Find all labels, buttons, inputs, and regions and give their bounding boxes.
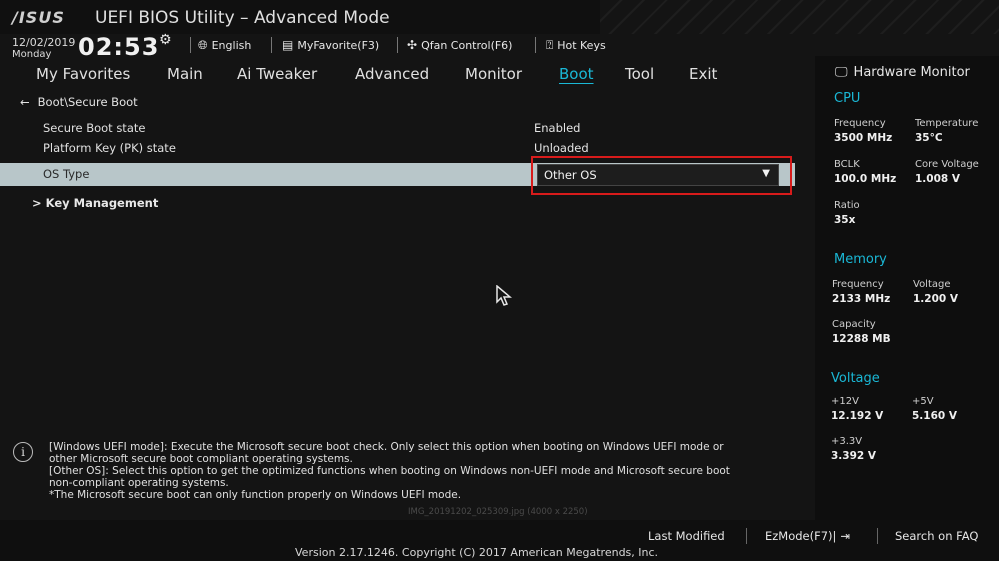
breadcrumb-path: Boot\Secure Boot (37, 95, 138, 109)
tab-ai-tweaker[interactable]: Ai Tweaker (237, 65, 317, 83)
help-text: [Windows UEFI mode]: Execute the Microso… (49, 441, 809, 501)
chevron-right-icon: > (32, 196, 42, 210)
memory-voltage-value: 1.200 V (913, 293, 958, 305)
cpu-temperature-value: 35°C (915, 132, 943, 144)
os-type-label: OS Type (43, 167, 90, 181)
exit-arrow-icon: ⇥ (840, 529, 851, 543)
divider (397, 37, 398, 53)
clock: 02:53 (78, 33, 160, 61)
image-watermark: IMG_20191202_025309.jpg (4000 x 2250) (408, 507, 588, 517)
divider (746, 528, 747, 544)
tab-exit[interactable]: Exit (689, 65, 717, 83)
memory-frequency-label: Frequency (832, 279, 884, 290)
globe-icon: 🌐︎ (198, 38, 208, 52)
hotkeys-label: Hot Keys (557, 39, 606, 52)
pk-state-label: Platform Key (PK) state (43, 141, 176, 155)
myfavorite-button[interactable]: ▤ MyFavorite(F3) (282, 38, 379, 52)
hardware-monitor-title: 🖵︎ Hardware Monitor (835, 65, 970, 80)
tab-boot[interactable]: Boot (559, 65, 594, 83)
help-line: [Other OS]: Select this option to get th… (49, 465, 730, 477)
v5-value: 5.160 V (912, 410, 957, 422)
voltage-heading: Voltage (831, 371, 880, 386)
help-line: non-compliant operating systems. (49, 477, 229, 489)
day-label: Monday (12, 49, 52, 60)
language-label: English (211, 39, 252, 52)
ezmode-label: EzMode(F7)| (765, 529, 837, 543)
annotation-highlight-box (531, 156, 792, 195)
tab-main[interactable]: Main (167, 65, 203, 83)
memory-voltage-label: Voltage (913, 279, 951, 290)
bclk-value: 100.0 MHz (834, 173, 897, 185)
cpu-frequency-label: Frequency (834, 118, 886, 129)
core-voltage-label: Core Voltage (915, 159, 979, 170)
question-icon: ⍰ (546, 38, 554, 52)
cpu-frequency-value: 3500 MHz (834, 132, 893, 144)
v12-value: 12.192 V (831, 410, 884, 422)
hotkeys-button[interactable]: ⍰ Hot Keys (546, 38, 606, 53)
asus-logo: /ISUS (12, 8, 65, 27)
ezmode-button[interactable]: EzMode(F7)| ⇥ (765, 529, 850, 543)
help-line: other Microsoft secure boot compliant op… (49, 453, 353, 465)
memory-heading: Memory (834, 252, 887, 267)
info-icon: i (13, 442, 33, 462)
cpu-heading: CPU (834, 91, 861, 106)
help-line: *The Microsoft secure boot can only func… (49, 489, 462, 501)
divider (877, 528, 878, 544)
qfan-button[interactable]: ✣ Qfan Control(F6) (407, 38, 512, 52)
tab-my-favorites[interactable]: My Favorites (36, 65, 130, 83)
mouse-pointer-icon (496, 284, 513, 312)
key-management-item[interactable]: > Key Management (32, 196, 158, 210)
tab-advanced[interactable]: Advanced (355, 65, 429, 83)
fan-icon: ✣ (407, 38, 418, 52)
hardware-monitor-label: Hardware Monitor (853, 65, 970, 80)
myfavorite-label: MyFavorite(F3) (297, 38, 380, 52)
bclk-label: BCLK (834, 159, 860, 170)
breadcrumb[interactable]: ← Boot\Secure Boot (20, 95, 138, 109)
ratio-value: 35x (834, 214, 856, 226)
secure-boot-state-value: Enabled (534, 121, 581, 135)
tab-tool[interactable]: Tool (625, 65, 654, 83)
pk-state-value: Unloaded (534, 141, 589, 155)
date-label: 12/02/2019 (12, 36, 76, 49)
qfan-label: Qfan Control(F6) (421, 38, 513, 52)
capacity-value: 12288 MB (832, 333, 891, 345)
monitor-icon: 🖵︎ (835, 65, 848, 80)
cpu-temperature-label: Temperature (915, 118, 979, 129)
divider (535, 37, 536, 53)
back-arrow-icon[interactable]: ← (20, 95, 30, 109)
search-faq-button[interactable]: Search on FAQ (895, 529, 978, 543)
divider (271, 37, 272, 53)
version-text: Version 2.17.1246. Copyright (C) 2017 Am… (295, 546, 659, 559)
v5-label: +5V (912, 396, 934, 407)
last-modified-button[interactable]: Last Modified (648, 529, 725, 543)
ratio-label: Ratio (834, 200, 860, 211)
tab-monitor[interactable]: Monitor (465, 65, 522, 83)
v33-label: +3.3V (831, 436, 863, 447)
memory-frequency-value: 2133 MHz (832, 293, 891, 305)
core-voltage-value: 1.008 V (915, 173, 960, 185)
key-management-label: Key Management (45, 196, 159, 210)
decorative-pattern (600, 0, 999, 34)
language-button[interactable]: 🌐︎ English (198, 38, 251, 53)
app-title: UEFI BIOS Utility – Advanced Mode (95, 8, 390, 28)
help-line: [Windows UEFI mode]: Execute the Microso… (49, 441, 724, 453)
favorite-icon: ▤ (282, 38, 294, 52)
v12-label: +12V (831, 396, 859, 407)
capacity-label: Capacity (832, 319, 876, 330)
secure-boot-state-label: Secure Boot state (43, 121, 146, 135)
gear-icon[interactable]: ⚙ (159, 32, 172, 48)
divider (190, 37, 191, 53)
v33-value: 3.392 V (831, 450, 876, 462)
